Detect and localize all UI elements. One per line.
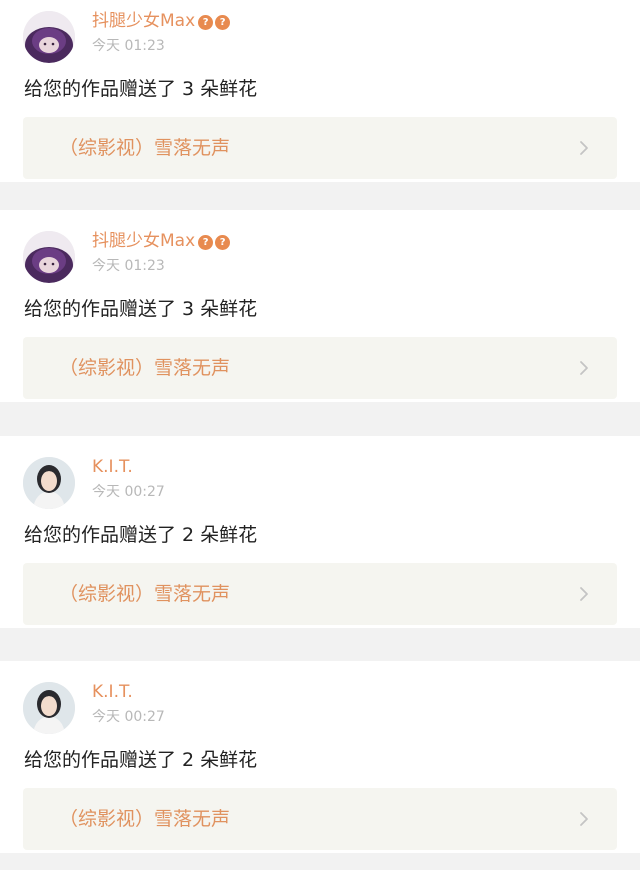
notification-card: 抖腿少女Max?? 今天 01:23 给您的作品赠送了 3 朵鲜花 （综影视）雪… [0, 210, 640, 402]
work-link[interactable]: （综影视）雪落无声 [23, 117, 617, 179]
work-link[interactable]: （综影视）雪落无声 [23, 337, 617, 399]
verified-badges: ?? [198, 230, 232, 252]
notification-message: 给您的作品赠送了 3 朵鲜花 [24, 78, 258, 100]
avatar-girl-photo-icon [23, 457, 75, 509]
notification-feed: 抖腿少女Max?? 今天 01:23 给您的作品赠送了 3 朵鲜花 （综影视）雪… [0, 0, 640, 870]
username[interactable]: 抖腿少女Max?? [92, 230, 232, 252]
timestamp: 今天 01:23 [92, 38, 165, 54]
username-text: 抖腿少女Max [92, 11, 196, 31]
work-link[interactable]: （综影视）雪落无声 [23, 788, 617, 850]
chevron-right-icon [580, 361, 588, 375]
notification-card: 抖腿少女Max?? 今天 01:23 给您的作品赠送了 3 朵鲜花 （综影视）雪… [0, 0, 640, 182]
verified-badges: ?? [198, 10, 232, 32]
timestamp: 今天 01:23 [92, 258, 165, 274]
timestamp: 今天 00:27 [92, 484, 165, 500]
work-title: （综影视）雪落无声 [59, 583, 231, 605]
badge-icon: ? [215, 235, 231, 250]
avatar[interactable] [23, 231, 75, 283]
notification-card: K.I.T. 今天 00:27 给您的作品赠送了 2 朵鲜花 （综影视）雪落无声 [0, 661, 640, 853]
chevron-right-icon [580, 812, 588, 826]
avatar[interactable] [23, 457, 75, 509]
avatar[interactable] [23, 682, 75, 734]
avatar-purple-hair-icon [23, 11, 75, 63]
badge-icon: ? [198, 235, 214, 250]
username[interactable]: 抖腿少女Max?? [92, 10, 232, 32]
avatar-purple-hair-icon [23, 231, 75, 283]
username-text: 抖腿少女Max [92, 231, 196, 251]
avatar-girl-photo-icon [23, 682, 75, 734]
work-title: （综影视）雪落无声 [59, 808, 231, 830]
chevron-right-icon [580, 587, 588, 601]
badge-icon: ? [198, 15, 214, 30]
work-title: （综影视）雪落无声 [59, 357, 231, 379]
badge-icon: ? [215, 15, 231, 30]
notification-card: K.I.T. 今天 00:27 给您的作品赠送了 2 朵鲜花 （综影视）雪落无声 [0, 436, 640, 628]
notification-message: 给您的作品赠送了 2 朵鲜花 [24, 749, 258, 771]
timestamp: 今天 00:27 [92, 709, 165, 725]
notification-message: 给您的作品赠送了 3 朵鲜花 [24, 298, 258, 320]
avatar[interactable] [23, 11, 75, 63]
username[interactable]: K.I.T. [92, 681, 133, 703]
work-title: （综影视）雪落无声 [59, 137, 231, 159]
work-link[interactable]: （综影视）雪落无声 [23, 563, 617, 625]
notification-message: 给您的作品赠送了 2 朵鲜花 [24, 524, 258, 546]
username[interactable]: K.I.T. [92, 456, 133, 478]
chevron-right-icon [580, 141, 588, 155]
